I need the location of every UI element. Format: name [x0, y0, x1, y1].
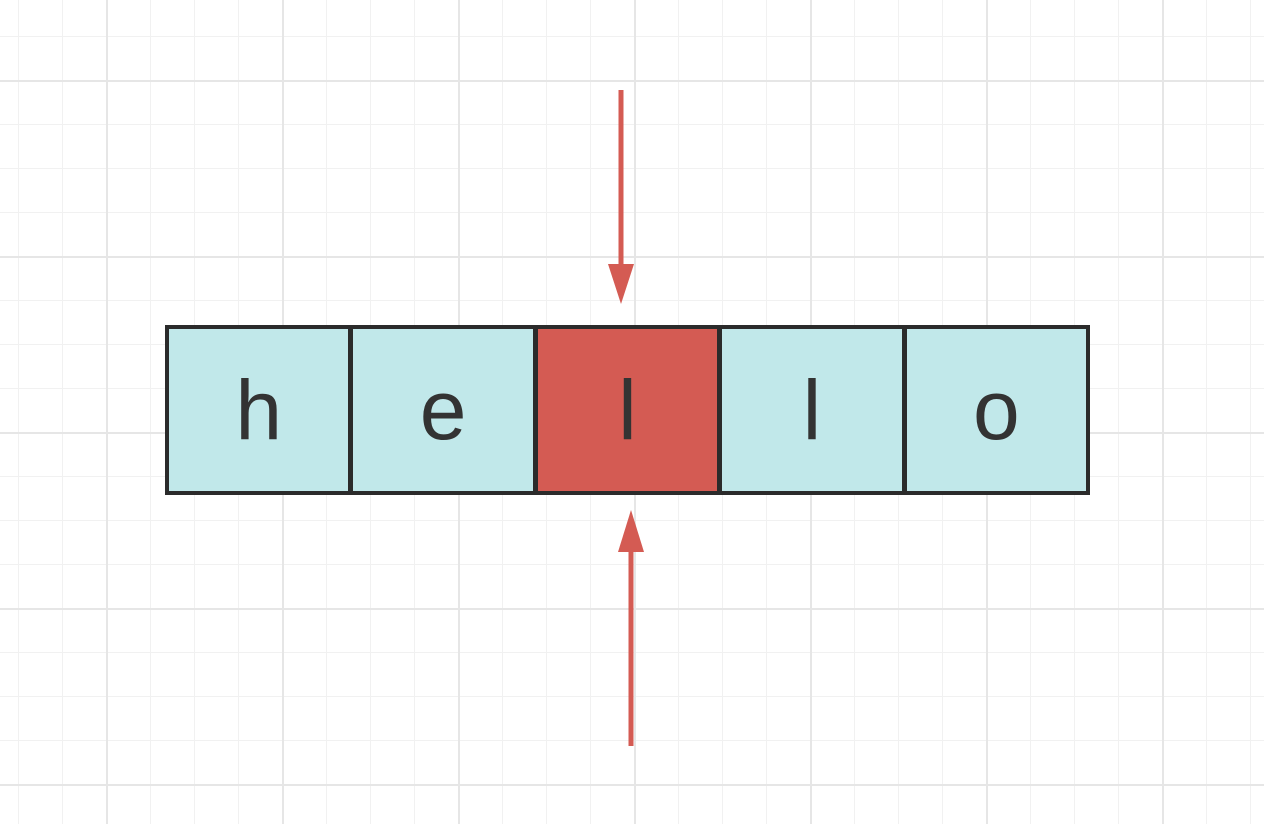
- down-arrow-icon: [608, 90, 634, 304]
- pointer-arrows: [608, 90, 644, 746]
- up-arrow-icon: [618, 510, 644, 746]
